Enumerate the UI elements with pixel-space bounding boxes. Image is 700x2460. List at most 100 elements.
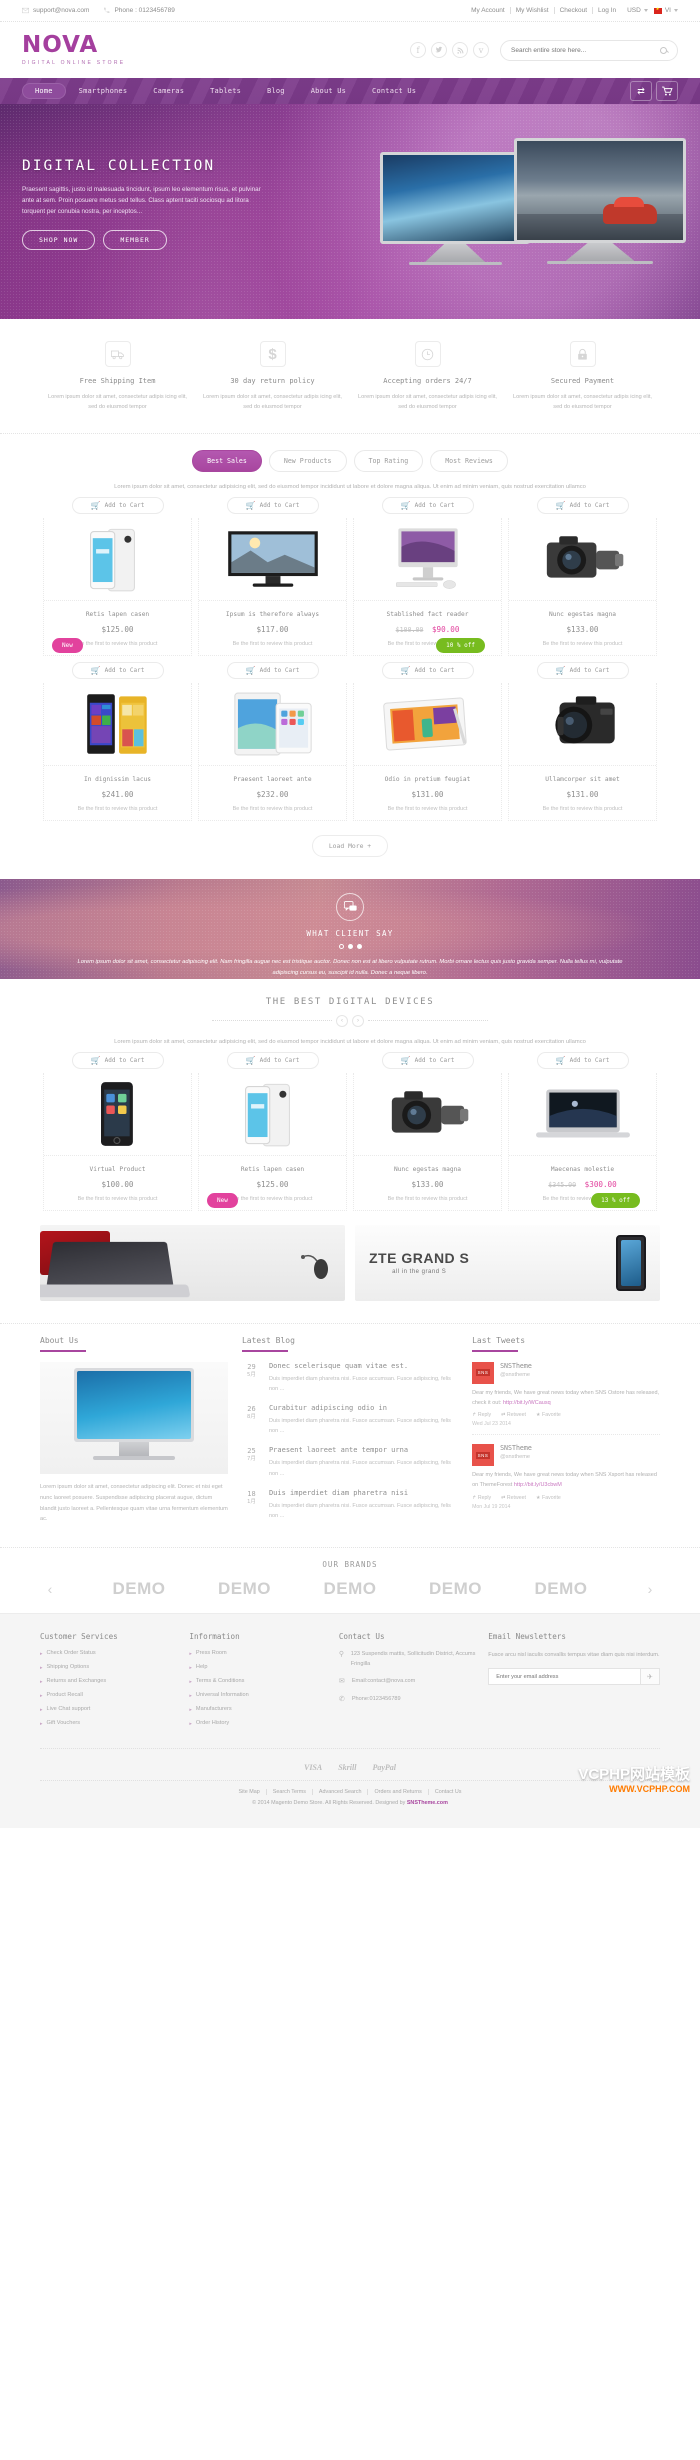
footer-link[interactable]: ▸ Press Room bbox=[189, 1650, 326, 1658]
link-search-terms[interactable]: Search Terms bbox=[267, 1789, 313, 1796]
compare-icon[interactable]: ⇄ bbox=[630, 81, 652, 101]
tab-new-products[interactable]: New Products bbox=[268, 449, 347, 472]
product-card[interactable]: 🛒 Add to Cart New Retis lapen casen $125… bbox=[195, 1051, 350, 1211]
product-name[interactable]: In dignissim lacus bbox=[44, 776, 191, 783]
tweet-handle[interactable]: @snstheme bbox=[500, 1372, 532, 1378]
nav-item-cameras[interactable]: Cameras bbox=[140, 83, 197, 99]
tab-best-sales[interactable]: Best Sales bbox=[192, 449, 262, 472]
link-my-wishlist[interactable]: My Wishlist bbox=[511, 7, 555, 14]
language-selector[interactable]: VI bbox=[648, 6, 678, 14]
banner-laptop[interactable] bbox=[40, 1224, 345, 1301]
nav-item-blog[interactable]: Blog bbox=[254, 83, 298, 99]
add-to-cart-button[interactable]: 🛒 Add to Cart bbox=[71, 1051, 164, 1069]
product-name[interactable]: Stablished fact reader bbox=[354, 611, 501, 618]
link-log-in[interactable]: Log In bbox=[593, 7, 621, 14]
blog-list-item[interactable]: 26 8月 Curabitur adipiscing odio in Duis … bbox=[242, 1404, 458, 1436]
product-card[interactable]: 🛒 Add to Cart bbox=[505, 496, 660, 656]
product-name[interactable]: Retis lapen casen bbox=[199, 1166, 346, 1173]
product-card[interactable]: 🛒 Add to Cart New Retis lapen casen $125… bbox=[40, 496, 195, 656]
footer-link[interactable]: ▸ Check Order Status bbox=[40, 1650, 177, 1658]
add-to-cart-button[interactable]: 🛒 Add to Cart bbox=[226, 1051, 319, 1069]
link-contact-us[interactable]: Contact Us bbox=[429, 1789, 468, 1795]
footer-link[interactable]: ▸ Gift Vouchers bbox=[40, 1720, 177, 1728]
twitter-icon[interactable] bbox=[431, 42, 447, 58]
tweet-name[interactable]: SNSTheme bbox=[500, 1362, 532, 1370]
contact-email[interactable]: ✉ Email:contact@nova.com bbox=[339, 1677, 476, 1687]
add-to-cart-button[interactable]: 🛒 Add to Cart bbox=[226, 496, 319, 514]
product-card[interactable]: 🛒 Add to Cart 13 % off Maecenas molestie… bbox=[505, 1051, 660, 1211]
product-name[interactable]: Maecenas molestie bbox=[509, 1166, 656, 1173]
nav-item-smartphones[interactable]: Smartphones bbox=[66, 83, 141, 99]
blog-title[interactable]: Curabitur adipiscing odio in bbox=[269, 1404, 458, 1412]
product-card[interactable]: 🛒 Add to Cart bbox=[195, 496, 350, 656]
footer-link[interactable]: ▸ Order History bbox=[189, 1720, 326, 1728]
product-review-link[interactable]: Be the first to review this product bbox=[44, 806, 191, 812]
brands-prev-icon[interactable]: ‹ bbox=[40, 1581, 60, 1597]
product-name[interactable]: Nunc egestas magna bbox=[354, 1166, 501, 1173]
facebook-icon[interactable]: f bbox=[410, 42, 426, 58]
pager-dot-3[interactable] bbox=[356, 943, 362, 949]
member-button[interactable]: MEMBER bbox=[103, 230, 167, 251]
blog-title[interactable]: Donec scelerisque quam vitae est. bbox=[269, 1362, 458, 1370]
carousel-next-icon[interactable]: › bbox=[352, 1014, 364, 1027]
product-card[interactable]: 🛒 Add to Cart bbox=[350, 496, 505, 656]
logo[interactable]: NOVA DIGITAL ONLINE STORE bbox=[22, 34, 125, 67]
product-review-link[interactable]: Be the first to review this product bbox=[509, 641, 656, 647]
add-to-cart-button[interactable]: 🛒 Add to Cart bbox=[536, 1051, 629, 1069]
product-card[interactable]: 🛒 Add to Cart bbox=[40, 661, 195, 821]
footer-link[interactable]: ▸ Manufacturers bbox=[189, 1706, 326, 1714]
add-to-cart-button[interactable]: 🛒 Add to Cart bbox=[381, 496, 474, 514]
tweet-retweet-action[interactable]: ⇄ Retweet bbox=[501, 1412, 526, 1418]
footer-link[interactable]: ▸ Live Chat support bbox=[40, 1706, 177, 1714]
contact-phone[interactable]: ✆ Phone:0123456789 bbox=[339, 1695, 476, 1705]
tab-most-reviews[interactable]: Most Reviews bbox=[430, 449, 508, 472]
product-review-link[interactable]: Be the first to review this product bbox=[354, 806, 501, 812]
carousel-prev-icon[interactable]: ‹ bbox=[336, 1014, 348, 1027]
brand-logo[interactable]: DEMO bbox=[429, 1579, 482, 1599]
product-review-link[interactable]: Be the first to review this product bbox=[199, 641, 346, 647]
product-name[interactable]: Nunc egestas magna bbox=[509, 611, 656, 618]
brand-logo[interactable]: DEMO bbox=[324, 1579, 377, 1599]
pager-dot-2[interactable] bbox=[347, 943, 353, 949]
product-card[interactable]: 🛒 Add to Cart bbox=[350, 1051, 505, 1211]
nav-item-home[interactable]: Home bbox=[22, 83, 66, 99]
search-input[interactable] bbox=[511, 46, 660, 54]
nav-item-tablets[interactable]: Tablets bbox=[197, 83, 254, 99]
add-to-cart-button[interactable]: 🛒 Add to Cart bbox=[536, 496, 629, 514]
link-checkout[interactable]: Checkout bbox=[555, 7, 594, 14]
newsletter-submit-button[interactable]: ✈ bbox=[639, 1668, 660, 1686]
vimeo-icon[interactable]: v bbox=[473, 42, 489, 58]
add-to-cart-button[interactable]: 🛒 Add to Cart bbox=[226, 661, 319, 679]
topbar-email[interactable]: support@nova.com bbox=[22, 7, 89, 14]
tweet-name[interactable]: SNSTheme bbox=[500, 1444, 532, 1452]
product-review-link[interactable]: Be the first to review this product bbox=[354, 1196, 501, 1202]
rss-icon[interactable] bbox=[452, 42, 468, 58]
pager-dot-1[interactable] bbox=[338, 943, 344, 949]
nav-item-about-us[interactable]: About Us bbox=[298, 83, 359, 99]
product-card[interactable]: 🛒 Add to Cart bbox=[195, 661, 350, 821]
product-name[interactable]: Praesent laoreet ante bbox=[199, 776, 346, 783]
load-more-button[interactable]: Load More + bbox=[311, 834, 389, 857]
product-name[interactable]: Odio in pretium feugiat bbox=[354, 776, 501, 783]
tab-top-rating[interactable]: Top Rating bbox=[353, 449, 424, 472]
footer-link[interactable]: ▸ Product Recall bbox=[40, 1692, 177, 1700]
brand-logo[interactable]: DEMO bbox=[535, 1579, 588, 1599]
link-advanced-search[interactable]: Advanced Search bbox=[313, 1789, 369, 1796]
nav-item-contact-us[interactable]: Contact Us bbox=[359, 83, 429, 99]
blog-list-item[interactable]: 25 7月 Praesent laoreet ante tempor urna … bbox=[242, 1446, 458, 1478]
topbar-phone[interactable]: Phone : 0123456789 bbox=[103, 7, 175, 14]
shop-now-button[interactable]: SHOP NOW bbox=[22, 230, 96, 251]
link-my-account[interactable]: My Account bbox=[466, 7, 511, 14]
product-review-link[interactable]: Be the first to review this product bbox=[199, 806, 346, 812]
link-orders-returns[interactable]: Orders and Returns bbox=[368, 1789, 429, 1796]
product-card[interactable]: 🛒 Add to Cart bbox=[40, 1051, 195, 1211]
footer-link[interactable]: ▸ Returns and Exchanges bbox=[40, 1678, 177, 1686]
product-review-link[interactable]: Be the first to review this product bbox=[509, 806, 656, 812]
footer-link[interactable]: ▸ Help bbox=[189, 1664, 326, 1672]
search-box[interactable] bbox=[500, 39, 678, 61]
product-name[interactable]: Ullamcorper sit amet bbox=[509, 776, 656, 783]
brands-next-icon[interactable]: › bbox=[640, 1581, 660, 1597]
currency-selector[interactable]: USD bbox=[621, 7, 648, 14]
copyright-brand[interactable]: SNSTheme.com bbox=[407, 1800, 448, 1806]
tweet-retweet-action[interactable]: ⇄ Retweet bbox=[501, 1495, 526, 1501]
